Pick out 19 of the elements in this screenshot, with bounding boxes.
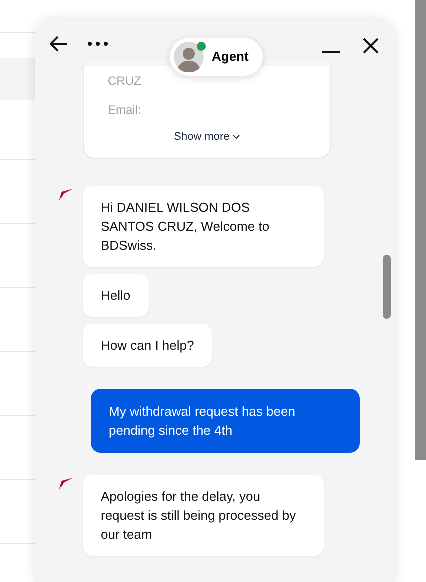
chevron-down-icon — [232, 134, 240, 140]
info-text: CRUZ — [108, 73, 142, 90]
show-more-link[interactable]: Show more — [174, 129, 240, 146]
agent-name: Agent — [212, 48, 249, 66]
user-message: My withdrawal request has been pending since the 4th — [91, 388, 360, 452]
close-button[interactable] — [361, 36, 381, 56]
minimize-icon — [322, 51, 340, 54]
back-button[interactable] — [49, 34, 69, 54]
avatar-icon — [174, 42, 204, 72]
bot-message: How can I help? — [83, 324, 212, 366]
bot-message: Hi DANIEL WILSON DOS SANTOS CRUZ, Welcome to BDSwiss. — [83, 186, 324, 266]
scrollbar-thumb[interactable] — [383, 255, 391, 319]
bot-message: Hello — [83, 274, 149, 316]
bot-message: Apologies for the delay, you request is still being processed by our team — [83, 474, 324, 556]
page-scrollbar[interactable] — [415, 0, 426, 460]
more-icon — [88, 42, 108, 46]
close-icon — [363, 38, 379, 54]
info-text: Email: — [108, 102, 142, 119]
back-arrow-icon — [50, 36, 68, 52]
